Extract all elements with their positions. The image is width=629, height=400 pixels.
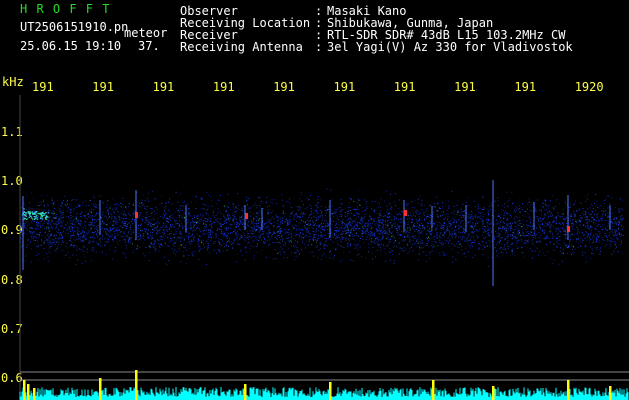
power-peak xyxy=(609,386,612,400)
power-peak xyxy=(432,380,435,400)
power-peak xyxy=(244,384,247,400)
hrofft-window: H R O F F T UT2506151910.pn meteor 25.06… xyxy=(0,0,629,400)
power-peak xyxy=(567,380,570,400)
power-trace xyxy=(19,387,629,400)
power-peak xyxy=(135,370,138,400)
power-peak xyxy=(23,380,26,400)
power-peak xyxy=(99,378,102,400)
meteor-head xyxy=(245,213,248,219)
power-peak xyxy=(27,384,30,400)
power-peak xyxy=(33,388,36,400)
power-peak xyxy=(329,382,332,400)
meteor-head xyxy=(135,212,138,218)
spectrogram-plot xyxy=(19,95,629,400)
power-peak xyxy=(492,386,495,400)
meteor-head xyxy=(567,226,570,232)
meteor-head xyxy=(404,210,407,216)
